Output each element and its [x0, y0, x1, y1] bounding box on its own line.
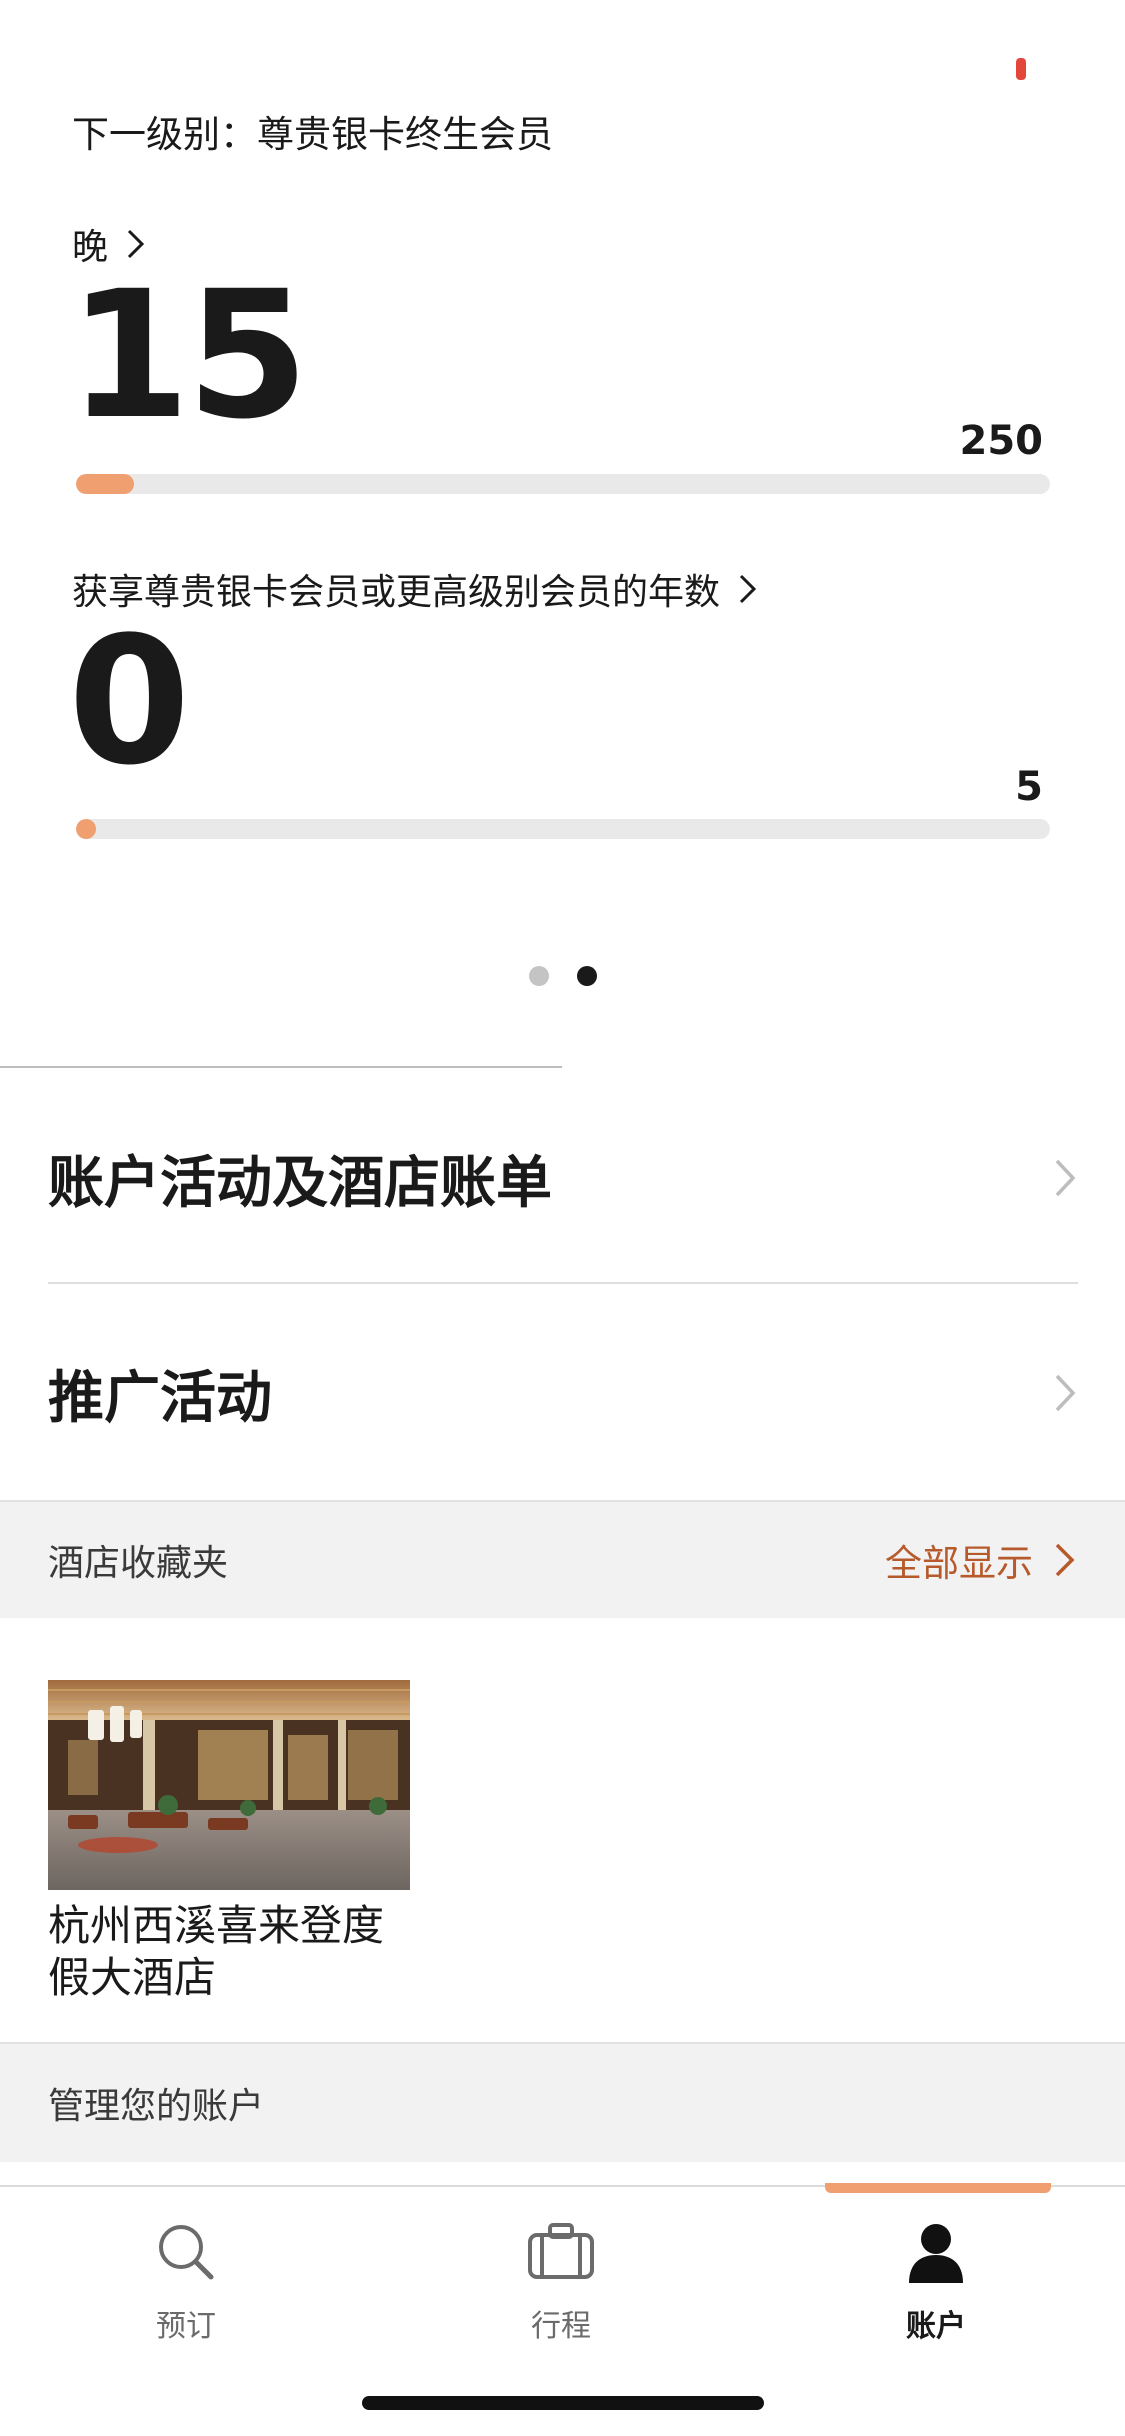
hotel-name: 杭州西溪喜来登度假大酒店 — [48, 1901, 385, 2002]
promotions-row[interactable]: 推广活动 — [48, 1323, 1078, 1463]
suitcase-icon — [528, 2223, 594, 2279]
divider — [0, 1066, 562, 1068]
person-icon — [909, 2224, 963, 2283]
chevron-right-icon — [1055, 1374, 1076, 1412]
chevron-right-icon — [739, 574, 757, 604]
tab-trips[interactable]: 行程 — [441, 2217, 681, 2345]
hotel-image — [48, 1680, 410, 1890]
show-all-button[interactable]: 全部显示 — [885, 1533, 1077, 1587]
page-dot-1[interactable] — [528, 966, 549, 986]
home-indicator — [362, 2396, 764, 2410]
chevron-right-icon — [1055, 1159, 1076, 1197]
page-dot-2[interactable] — [576, 966, 597, 986]
years-value: 0 — [68, 599, 190, 804]
search-icon — [159, 2225, 214, 2280]
page-indicator — [0, 966, 1125, 986]
show-all-label: 全部显示 — [885, 1542, 1033, 1585]
nights-target: 250 — [959, 418, 1044, 464]
nights-value: 15 — [68, 253, 309, 458]
account-activity-label: 账户活动及酒店账单 — [48, 1150, 552, 1216]
chevron-right-icon — [1055, 1543, 1075, 1577]
hotel-card[interactable]: 杭州西溪喜来登度假大酒店 — [48, 1680, 410, 2004]
manage-account-header: 管理您的账户 — [0, 2042, 1125, 2162]
tab-account[interactable]: 账户 — [816, 2217, 1056, 2345]
hotel-lobby-photo — [48, 1680, 410, 1890]
promotions-label: 推广活动 — [48, 1365, 272, 1431]
tab-trips-label: 行程 — [531, 2309, 591, 2344]
status-indicator — [1016, 58, 1026, 80]
years-progress-bar — [76, 819, 1050, 839]
years-progress-fill — [76, 819, 96, 839]
tab-account-label: 账户 — [906, 2309, 966, 2344]
favorites-header: 酒店收藏夹 全部显示 — [0, 1500, 1125, 1618]
favorites-title: 酒店收藏夹 — [48, 1543, 229, 1584]
nights-progress-fill — [76, 474, 135, 494]
next-tier-label: 下一级别：尊贵银卡终生会员 — [72, 113, 553, 156]
tab-book[interactable]: 预订 — [66, 2217, 306, 2345]
divider — [48, 1282, 1078, 1284]
tab-book-label: 预订 — [156, 2309, 216, 2344]
manage-account-title: 管理您的账户 — [48, 2086, 265, 2127]
nights-progress-bar — [76, 474, 1050, 494]
account-activity-row[interactable]: 账户活动及酒店账单 — [48, 1108, 1078, 1248]
active-tab-indicator — [825, 2183, 1051, 2193]
years-target: 5 — [1015, 764, 1043, 810]
